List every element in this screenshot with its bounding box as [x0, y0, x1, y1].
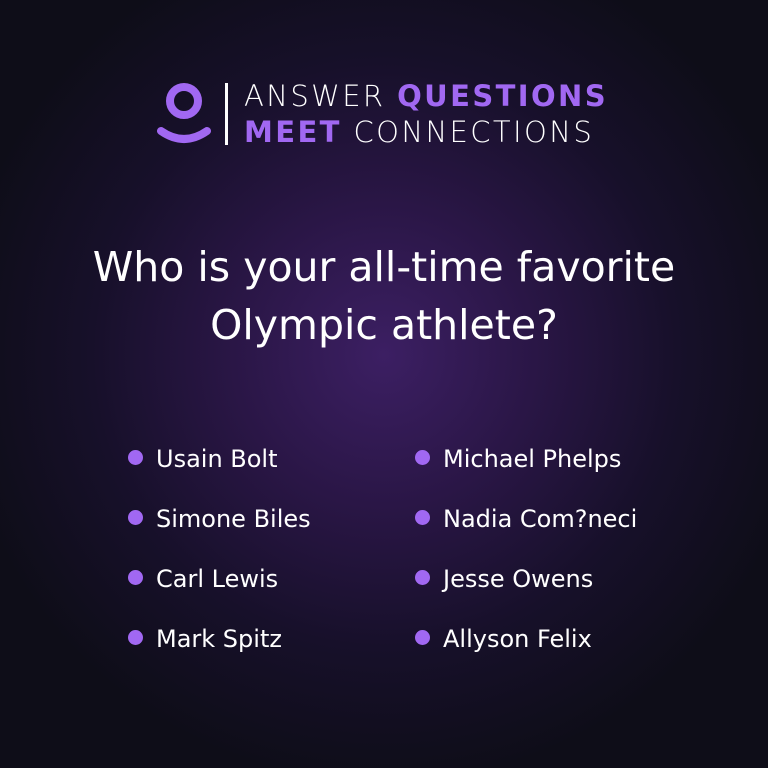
option-michael-phelps: Michael Phelps [415, 440, 675, 478]
option-carl-lewis: Carl Lewis [128, 560, 415, 598]
option-label: Allyson Felix [443, 625, 592, 653]
option-label: Simone Biles [156, 505, 311, 533]
tagline-connections: CONNECTIONS [353, 115, 595, 149]
bullet-dot [128, 629, 143, 645]
bullet-dot [128, 449, 143, 465]
option-mark-spitz: Mark Spitz [128, 620, 415, 658]
option-label: Nadia Com?neci [443, 505, 638, 533]
header-divider [225, 83, 228, 145]
bullet-dot [415, 449, 430, 465]
question-title: Who is your all-time favorite Olympic at… [0, 238, 768, 354]
bullet-dot [415, 629, 430, 645]
option-jesse-owens: Jesse Owens [415, 560, 675, 598]
option-label: Michael Phelps [443, 445, 622, 473]
tagline-answer: ANSWER [244, 79, 386, 113]
option-nadia-comaneci: Nadia Com?neci [415, 500, 675, 538]
option-label: Usain Bolt [156, 445, 278, 473]
tagline-meet: MEET [244, 115, 342, 149]
bullet-dot [128, 569, 143, 585]
tagline-line-2: MEET CONNECTIONS [244, 114, 608, 150]
option-label: Carl Lewis [156, 565, 279, 593]
tagline: ANSWER QUESTIONS MEET CONNECTIONS [244, 78, 608, 150]
bullet-dot [128, 509, 143, 525]
option-allyson-felix: Allyson Felix [415, 620, 675, 658]
tagline-line-1: ANSWER QUESTIONS [244, 78, 608, 114]
header: ANSWER QUESTIONS MEET CONNECTIONS [157, 78, 608, 150]
tagline-questions: QUESTIONS [397, 79, 609, 113]
option-usain-bolt: Usain Bolt [128, 440, 415, 478]
option-label: Jesse Owens [443, 565, 594, 593]
options-list: Usain Bolt Michael Phelps Simone Biles N… [128, 440, 675, 680]
option-simone-biles: Simone Biles [128, 500, 415, 538]
bullet-dot [415, 509, 430, 525]
question-line-1: Who is your all-time favorite [92, 243, 676, 291]
person-icon [157, 83, 211, 143]
bullet-dot [415, 569, 430, 585]
question-line-2: Olympic athlete? [210, 301, 558, 349]
option-label: Mark Spitz [156, 625, 282, 653]
